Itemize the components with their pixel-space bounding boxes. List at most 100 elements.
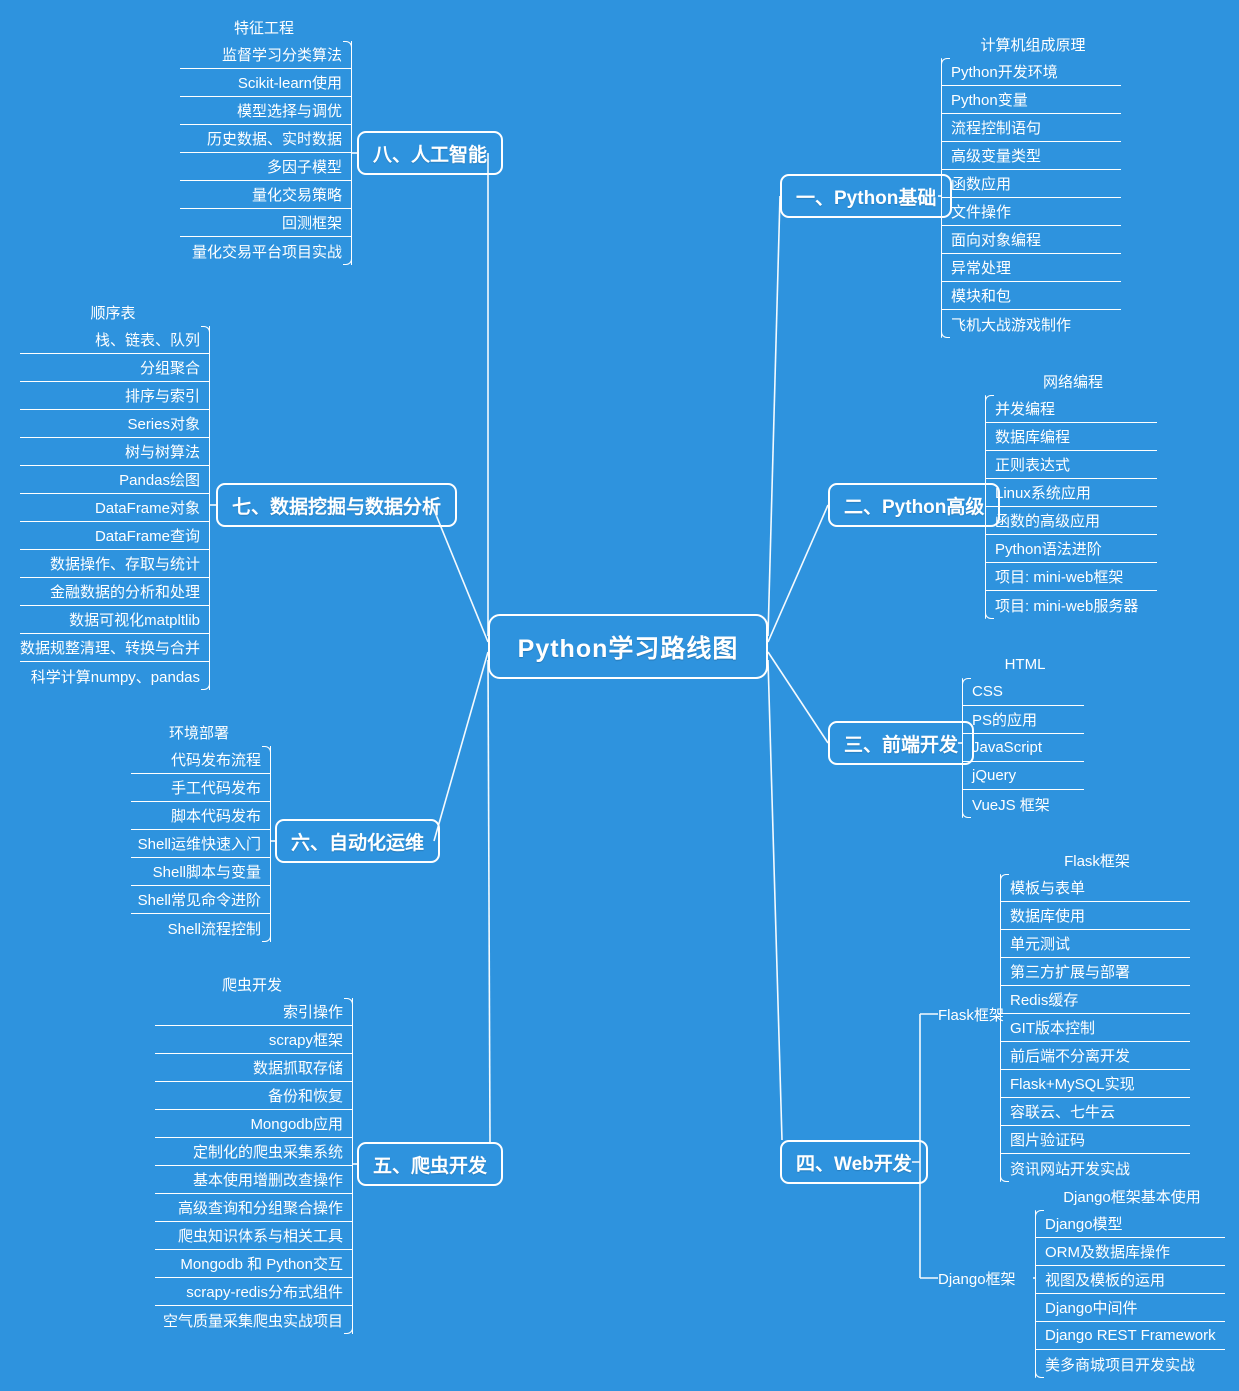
- leaf-item-ai[interactable]: 多因子模型: [180, 153, 352, 181]
- leaf-item-devops[interactable]: 环境部署: [131, 718, 271, 746]
- branch-node-python-advanced[interactable]: 二、Python高级: [828, 483, 1001, 527]
- branch-node-python-basics[interactable]: 一、Python基础: [780, 174, 953, 218]
- leaf-item-ai[interactable]: 特征工程: [180, 13, 352, 41]
- leaf-item-flask[interactable]: Flask框架: [1000, 846, 1190, 874]
- leaf-item-python-basics[interactable]: Python变量: [941, 86, 1121, 114]
- leaf-item-flask[interactable]: 模板与表单: [1000, 874, 1190, 902]
- leaf-item-ai[interactable]: 量化交易策略: [180, 181, 352, 209]
- leaf-item-python-basics[interactable]: 面向对象编程: [941, 226, 1121, 254]
- leaf-item-spider[interactable]: Mongodb应用: [155, 1110, 353, 1138]
- leaf-item-frontend[interactable]: jQuery: [962, 762, 1084, 790]
- leaf-item-python-advanced[interactable]: 项目: mini-web服务器: [985, 591, 1157, 619]
- leaf-item-python-advanced[interactable]: 网络编程: [985, 367, 1157, 395]
- leaf-item-frontend[interactable]: JavaScript: [962, 734, 1084, 762]
- leaf-item-data-mining[interactable]: Series对象: [20, 410, 210, 438]
- leaf-item-ai[interactable]: Scikit-learn使用: [180, 69, 352, 97]
- leaf-item-devops[interactable]: Shell脚本与变量: [131, 858, 271, 886]
- leaf-item-frontend[interactable]: PS的应用: [962, 706, 1084, 734]
- branch-node-devops[interactable]: 六、自动化运维: [275, 819, 441, 863]
- leaf-item-data-mining[interactable]: DataFrame查询: [20, 522, 210, 550]
- leaf-item-spider[interactable]: 爬虫知识体系与相关工具: [155, 1222, 353, 1250]
- leaf-item-django[interactable]: Django REST Framework: [1035, 1322, 1225, 1350]
- leaf-item-flask[interactable]: 单元测试: [1000, 930, 1190, 958]
- leaf-item-data-mining[interactable]: 分组聚合: [20, 354, 210, 382]
- leaf-item-ai[interactable]: 回测框架: [180, 209, 352, 237]
- leaf-item-data-mining[interactable]: 金融数据的分析和处理: [20, 578, 210, 606]
- leaf-item-data-mining[interactable]: 排序与索引: [20, 382, 210, 410]
- leaf-item-spider[interactable]: scrapy-redis分布式组件: [155, 1278, 353, 1306]
- leaf-item-spider[interactable]: 数据抓取存储: [155, 1054, 353, 1082]
- leaf-item-spider[interactable]: scrapy框架: [155, 1026, 353, 1054]
- branch-node-frontend[interactable]: 三、前端开发: [828, 721, 975, 765]
- branch-node-web[interactable]: 四、Web开发: [780, 1140, 928, 1184]
- leaf-item-python-basics[interactable]: Python开发环境: [941, 58, 1121, 86]
- leaf-item-flask[interactable]: GIT版本控制: [1000, 1014, 1190, 1042]
- leaf-item-ai[interactable]: 监督学习分类算法: [180, 41, 352, 69]
- leaf-item-devops[interactable]: Shell流程控制: [131, 914, 271, 942]
- leaf-item-data-mining[interactable]: 数据操作、存取与统计: [20, 550, 210, 578]
- leaf-item-frontend[interactable]: VueJS 框架: [962, 790, 1084, 818]
- leaf-item-ai[interactable]: 量化交易平台项目实战: [180, 237, 352, 265]
- leaf-item-python-basics[interactable]: 流程控制语句: [941, 114, 1121, 142]
- leaf-item-spider[interactable]: 爬虫开发: [155, 970, 353, 998]
- leaf-item-python-advanced[interactable]: 函数的高级应用: [985, 507, 1157, 535]
- branch-node-spider[interactable]: 五、爬虫开发: [357, 1142, 504, 1186]
- leaf-item-frontend[interactable]: CSS: [962, 678, 1084, 706]
- branch-node-data-mining[interactable]: 七、数据挖掘与数据分析: [216, 483, 458, 527]
- leaf-item-python-basics[interactable]: 异常处理: [941, 254, 1121, 282]
- leaf-item-flask[interactable]: 资讯网站开发实战: [1000, 1154, 1190, 1182]
- leaf-item-python-advanced[interactable]: 并发编程: [985, 395, 1157, 423]
- leaf-item-python-advanced[interactable]: 数据库编程: [985, 423, 1157, 451]
- leaf-item-python-basics[interactable]: 函数应用: [941, 170, 1121, 198]
- leaf-item-django[interactable]: Django中间件: [1035, 1294, 1225, 1322]
- leaf-item-flask[interactable]: 第三方扩展与部署: [1000, 958, 1190, 986]
- leaf-item-python-basics[interactable]: 计算机组成原理: [941, 30, 1121, 58]
- leaf-item-data-mining[interactable]: 科学计算numpy、pandas: [20, 662, 210, 690]
- leaf-item-python-advanced[interactable]: Linux系统应用: [985, 479, 1157, 507]
- leaf-item-devops[interactable]: 脚本代码发布: [131, 802, 271, 830]
- leaf-item-python-advanced[interactable]: 正则表达式: [985, 451, 1157, 479]
- leaf-item-flask[interactable]: Redis缓存: [1000, 986, 1190, 1014]
- leaf-item-spider[interactable]: 备份和恢复: [155, 1082, 353, 1110]
- leaf-item-flask[interactable]: 图片验证码: [1000, 1126, 1190, 1154]
- leaf-item-ai[interactable]: 模型选择与调优: [180, 97, 352, 125]
- leaf-item-devops[interactable]: Shell运维快速入门: [131, 830, 271, 858]
- leaf-item-data-mining[interactable]: 数据规整清理、转换与合并: [20, 634, 210, 662]
- leaf-item-devops[interactable]: 代码发布流程: [131, 746, 271, 774]
- leaf-item-spider[interactable]: 定制化的爬虫采集系统: [155, 1138, 353, 1166]
- leaf-item-ai[interactable]: 历史数据、实时数据: [180, 125, 352, 153]
- leaf-item-python-basics[interactable]: 高级变量类型: [941, 142, 1121, 170]
- leaf-item-django[interactable]: Django框架基本使用: [1035, 1182, 1225, 1210]
- leaf-item-data-mining[interactable]: Pandas绘图: [20, 466, 210, 494]
- leaf-item-python-basics[interactable]: 文件操作: [941, 198, 1121, 226]
- leaf-item-spider[interactable]: 索引操作: [155, 998, 353, 1026]
- leaf-item-spider[interactable]: 基本使用增删改查操作: [155, 1166, 353, 1194]
- leaf-item-python-advanced[interactable]: 项目: mini-web框架: [985, 563, 1157, 591]
- leaf-item-django[interactable]: ORM及数据库操作: [1035, 1238, 1225, 1266]
- leaf-item-devops[interactable]: Shell常见命令进阶: [131, 886, 271, 914]
- leaf-item-flask[interactable]: 数据库使用: [1000, 902, 1190, 930]
- leaf-item-django[interactable]: Django模型: [1035, 1210, 1225, 1238]
- leaf-item-data-mining[interactable]: 栈、链表、队列: [20, 326, 210, 354]
- leaf-item-spider[interactable]: Mongodb 和 Python交互: [155, 1250, 353, 1278]
- leaf-item-spider[interactable]: 空气质量采集爬虫实战项目: [155, 1306, 353, 1334]
- leaf-item-flask[interactable]: 容联云、七牛云: [1000, 1098, 1190, 1126]
- leaf-item-django[interactable]: 视图及模板的运用: [1035, 1266, 1225, 1294]
- leaf-item-data-mining[interactable]: DataFrame对象: [20, 494, 210, 522]
- leaf-item-devops[interactable]: 手工代码发布: [131, 774, 271, 802]
- leaf-item-python-advanced[interactable]: Python语法进阶: [985, 535, 1157, 563]
- leaf-item-flask[interactable]: 前后端不分离开发: [1000, 1042, 1190, 1070]
- leaf-item-python-basics[interactable]: 模块和包: [941, 282, 1121, 310]
- leaf-item-data-mining[interactable]: 顺序表: [20, 298, 210, 326]
- leaf-item-frontend[interactable]: HTML: [962, 650, 1084, 678]
- branch-label-devops: 六、自动化运维: [291, 832, 425, 854]
- leaf-item-spider[interactable]: 高级查询和分组聚合操作: [155, 1194, 353, 1222]
- leaf-item-data-mining[interactable]: 数据可视化matpltlib: [20, 606, 210, 634]
- leaf-item-data-mining[interactable]: 树与树算法: [20, 438, 210, 466]
- root-node[interactable]: Python学习路线图: [488, 614, 768, 679]
- leaf-item-django[interactable]: 美多商城项目开发实战: [1035, 1350, 1225, 1378]
- branch-node-ai[interactable]: 八、人工智能: [357, 131, 504, 175]
- leaf-item-flask[interactable]: Flask+MySQL实现: [1000, 1070, 1190, 1098]
- leaf-label: Shell流程控制: [167, 920, 261, 938]
- leaf-item-python-basics[interactable]: 飞机大战游戏制作: [941, 310, 1121, 338]
